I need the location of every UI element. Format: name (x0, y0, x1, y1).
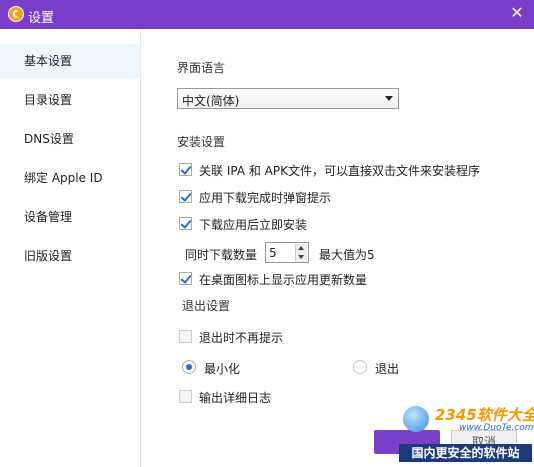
close-icon[interactable]: ✕ (508, 4, 526, 22)
sidebar-item-dns[interactable]: DNS设置 (0, 122, 140, 156)
checkbox-unchecked-icon (179, 330, 192, 343)
title-bar: 设置 ✕ (0, 0, 534, 29)
sidebar-item-directory[interactable]: 目录设置 (0, 83, 140, 117)
checkbox-checked-icon (179, 163, 192, 176)
window-title: 设置 (28, 11, 55, 26)
radio-unselected-icon (353, 360, 367, 374)
concurrent-downloads-stepper[interactable]: 5 (265, 242, 309, 263)
associate-files-label: 关联 IPA 和 APK文件，可以直接双击文件来安装程序 (199, 164, 480, 178)
sidebar-item-basic[interactable]: 基本设置 (0, 44, 140, 78)
mascot-icon (403, 406, 429, 432)
badge-count-label: 在桌面图标上显示应用更新数量 (199, 273, 368, 287)
exit-section-label: 退出设置 (182, 299, 231, 313)
checkbox-checked-icon (179, 190, 192, 203)
radio-minimize-label: 最小化 (204, 362, 241, 376)
stepper-down-icon[interactable] (295, 253, 307, 262)
chevron-down-icon (385, 96, 393, 101)
stepper-up-icon[interactable] (295, 244, 307, 253)
checkbox-checked-icon (179, 272, 192, 285)
sidebar-item-apple-id[interactable]: 绑定 Apple ID (0, 161, 140, 195)
watermark-slogan: 国内更安全的软件站 (399, 444, 532, 462)
concurrent-downloads-label: 同时下载数量 (185, 248, 258, 262)
install-after-download-label: 下载应用后立即安装 (199, 218, 308, 232)
checkbox-unchecked-icon (179, 390, 192, 403)
download-popup-label: 应用下载完成时弹窗提示 (199, 191, 332, 205)
sidebar-item-devices[interactable]: 设备管理 (0, 200, 140, 234)
sidebar-item-legacy[interactable]: 旧版设置 (0, 239, 140, 273)
concurrent-max-hint: 最大值为5 (319, 248, 375, 262)
radio-selected-icon (182, 360, 196, 374)
install-section-label: 安装设置 (177, 135, 226, 149)
sidebar: 基本设置 目录设置 DNS设置 绑定 Apple ID 设备管理 旧版设置 (0, 29, 141, 467)
language-select-value: 中文(简体) (182, 94, 240, 108)
watermark-logo: 2345软件大全 (435, 406, 534, 424)
radio-exit-label: 退出 (375, 362, 400, 376)
no-exit-prompt-label: 退出时不再提示 (199, 331, 284, 345)
checkbox-checked-icon (179, 217, 192, 230)
verbose-log-label: 输出详细日志 (199, 391, 272, 405)
watermark-url: www.DuoTe.com (459, 423, 534, 433)
language-section-label: 界面语言 (177, 61, 226, 75)
language-select[interactable]: 中文(简体) (177, 88, 399, 109)
app-logo-icon (8, 6, 24, 22)
watermark-overlay: 2345软件大全 www.DuoTe.com 国内更安全的软件站 (397, 400, 534, 467)
concurrent-downloads-value: 5 (269, 246, 277, 260)
